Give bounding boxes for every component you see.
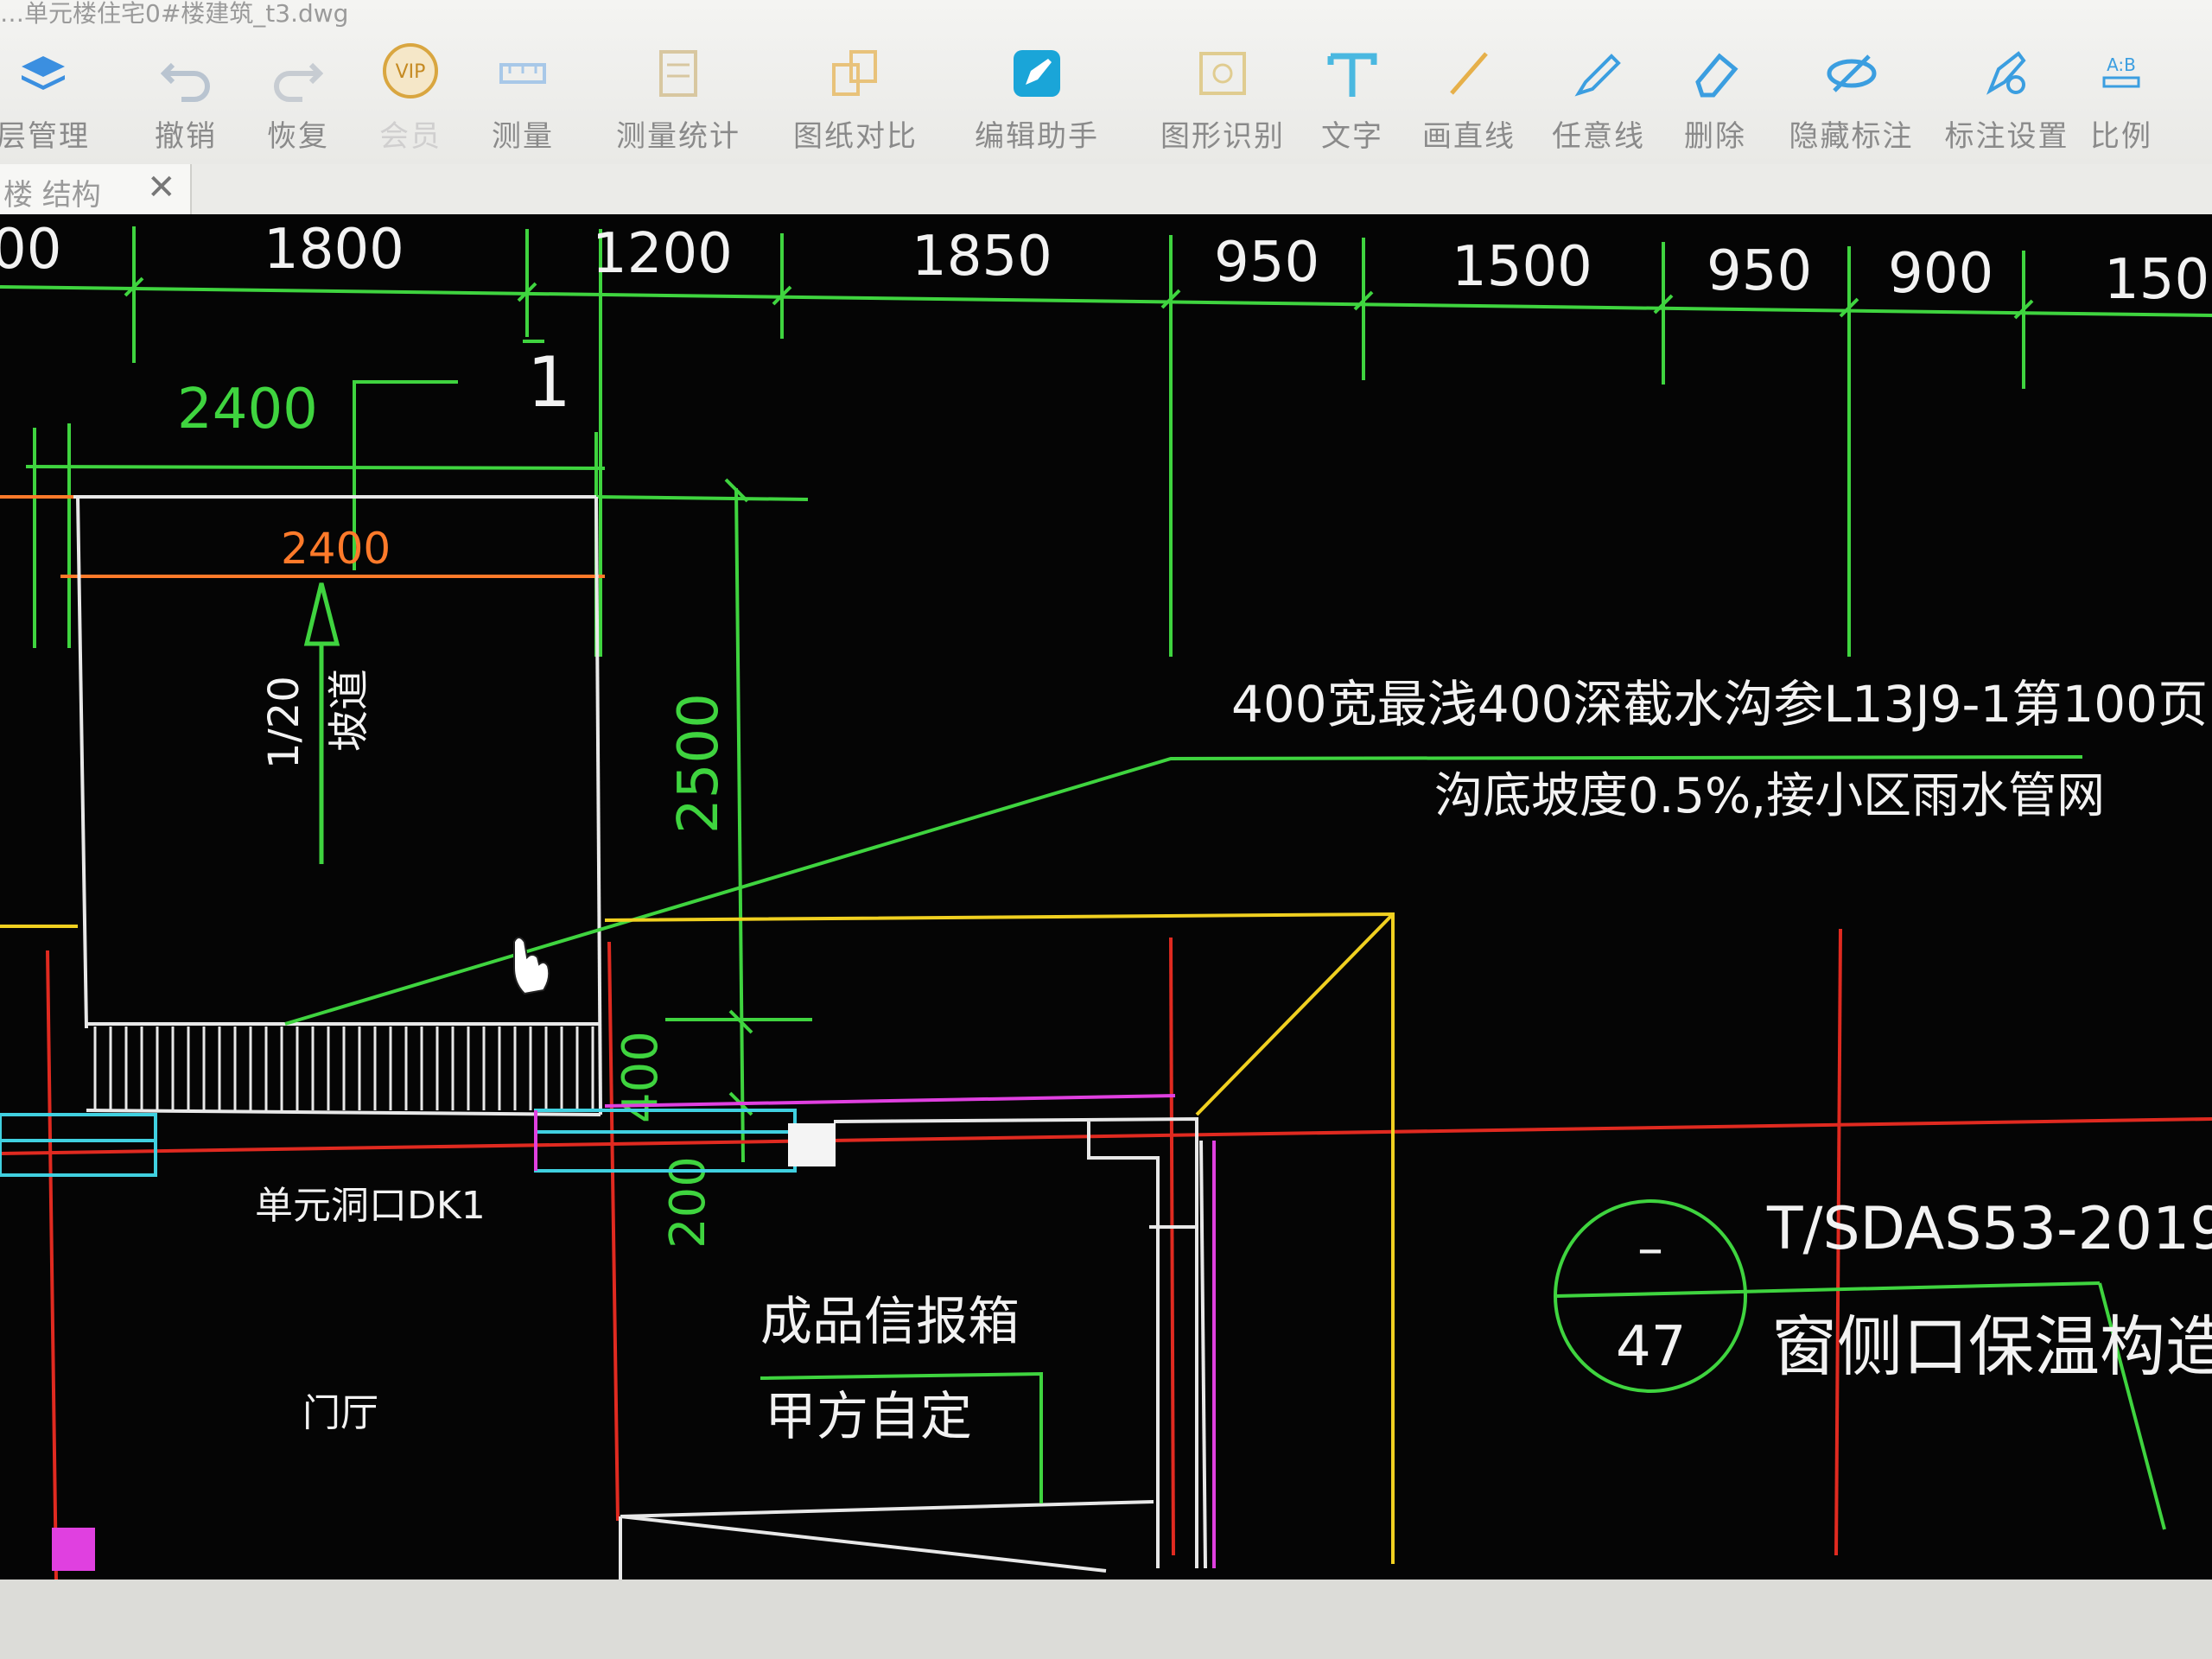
delete-button[interactable]: 删除 xyxy=(1646,35,1784,156)
standard-description: 窗侧口保温构造,余同 xyxy=(1771,1308,2212,1385)
freehand-icon xyxy=(1574,54,1621,97)
wall-strips xyxy=(0,1094,1216,1568)
undo-icon xyxy=(160,62,210,102)
status-bar xyxy=(0,1580,2212,1659)
toolbar: …单元楼住宅0#楼建筑_t3.dwg 层管理 撤销 恢复 VIP 会员 测量 测… xyxy=(0,0,2212,164)
compare-icon xyxy=(832,50,877,96)
standard-code: T/SDAS53-2019 xyxy=(1766,1195,2212,1263)
tab-structure[interactable]: 楼 结构 ✕ xyxy=(0,164,192,214)
measure-stats-button[interactable]: 测量统计 xyxy=(596,35,760,156)
top-dim-5: 1500 xyxy=(1452,235,1592,299)
top-dim-2: 1200 xyxy=(592,222,733,286)
measure-icon xyxy=(499,63,546,84)
dim-2400-orange: 2400 xyxy=(281,524,391,574)
eraser-icon xyxy=(1695,53,1738,98)
layer-manager-button[interactable]: 层管理 xyxy=(0,35,112,156)
top-dim-7: 900 xyxy=(1888,242,1993,306)
hall-label: 门厅 xyxy=(302,1391,378,1435)
edit-assistant-button[interactable]: 编辑助手 xyxy=(963,35,1110,156)
dim-2500: 2500 xyxy=(667,693,731,834)
vip-icon: VIP xyxy=(383,43,438,99)
top-dim-4: 950 xyxy=(1214,231,1319,295)
layers-icon xyxy=(22,56,65,90)
scale-button[interactable]: A:B 比例 xyxy=(2056,35,2186,156)
ramp-outline xyxy=(0,495,605,1116)
detail-number-top: – xyxy=(1637,1218,1663,1279)
top-dim-8: 1500 xyxy=(2104,248,2212,312)
mailbox-line2: 甲方自定 xyxy=(765,1387,972,1447)
recognize-icon xyxy=(1199,52,1246,95)
slope-ratio: 1/20 xyxy=(260,676,308,769)
shape-recognition-button[interactable]: 图形识别 xyxy=(1149,35,1296,156)
top-dim-1: 1800 xyxy=(264,218,404,282)
top-dim-3: 1850 xyxy=(912,225,1052,289)
cad-drawing-canvas[interactable]: 00 1800 1200 1850 950 1500 950 900 1500 … xyxy=(0,214,2212,1580)
unit-opening-label: 单元洞口DK1 xyxy=(255,1184,486,1228)
note-line2: 沟底坡度0.5%,接小区雨水管网 xyxy=(1434,768,2105,824)
column-marker-magenta xyxy=(52,1528,95,1571)
note-line1: 400宽最浅400深截水沟参L13J9-1第100页1 xyxy=(1231,675,2212,734)
axis-label: 1 xyxy=(527,342,571,423)
column-marker xyxy=(788,1123,836,1166)
svg-text:A:B: A:B xyxy=(2107,54,2136,75)
hide-annotation-button[interactable]: 隐藏标注 xyxy=(1776,35,1927,156)
dim-2400-green: 2400 xyxy=(177,378,318,442)
tab-label: 楼 结构 xyxy=(3,178,101,213)
tab-bar: 楼 结构 ✕ xyxy=(0,164,2212,216)
window-title: …单元楼住宅0#楼建筑_t3.dwg xyxy=(0,0,349,28)
compare-button[interactable]: 图纸对比 xyxy=(782,35,929,156)
mailbox-line1: 成品信报箱 xyxy=(760,1292,1020,1352)
top-dim-6: 950 xyxy=(1707,239,1812,303)
svg-text:VIP: VIP xyxy=(396,61,426,83)
measure-button[interactable]: 测量 xyxy=(454,35,592,156)
cad-drawing: 00 1800 1200 1850 950 1500 950 900 1500 … xyxy=(0,218,2212,1580)
detail-number-bottom: 47 xyxy=(1616,1315,1686,1379)
text-icon xyxy=(1327,53,1377,97)
redo-icon xyxy=(274,62,324,102)
line-icon xyxy=(1450,52,1488,95)
edit-assistant-icon xyxy=(1014,50,1060,97)
hide-annotation-icon xyxy=(1827,54,1876,92)
annotation-settings-icon xyxy=(1986,51,2026,95)
top-dim-0: 00 xyxy=(0,218,61,282)
close-icon[interactable]: ✕ xyxy=(147,168,176,207)
measure-stats-icon xyxy=(659,50,697,97)
grating-hatch xyxy=(93,1027,594,1110)
slope-word: 坡道 xyxy=(325,669,373,752)
top-dimension-chain xyxy=(0,226,2212,657)
dim-2400-lines xyxy=(25,340,809,657)
scale-icon: A:B xyxy=(2102,54,2140,88)
draw-line-button[interactable]: 画直线 xyxy=(1400,35,1538,156)
